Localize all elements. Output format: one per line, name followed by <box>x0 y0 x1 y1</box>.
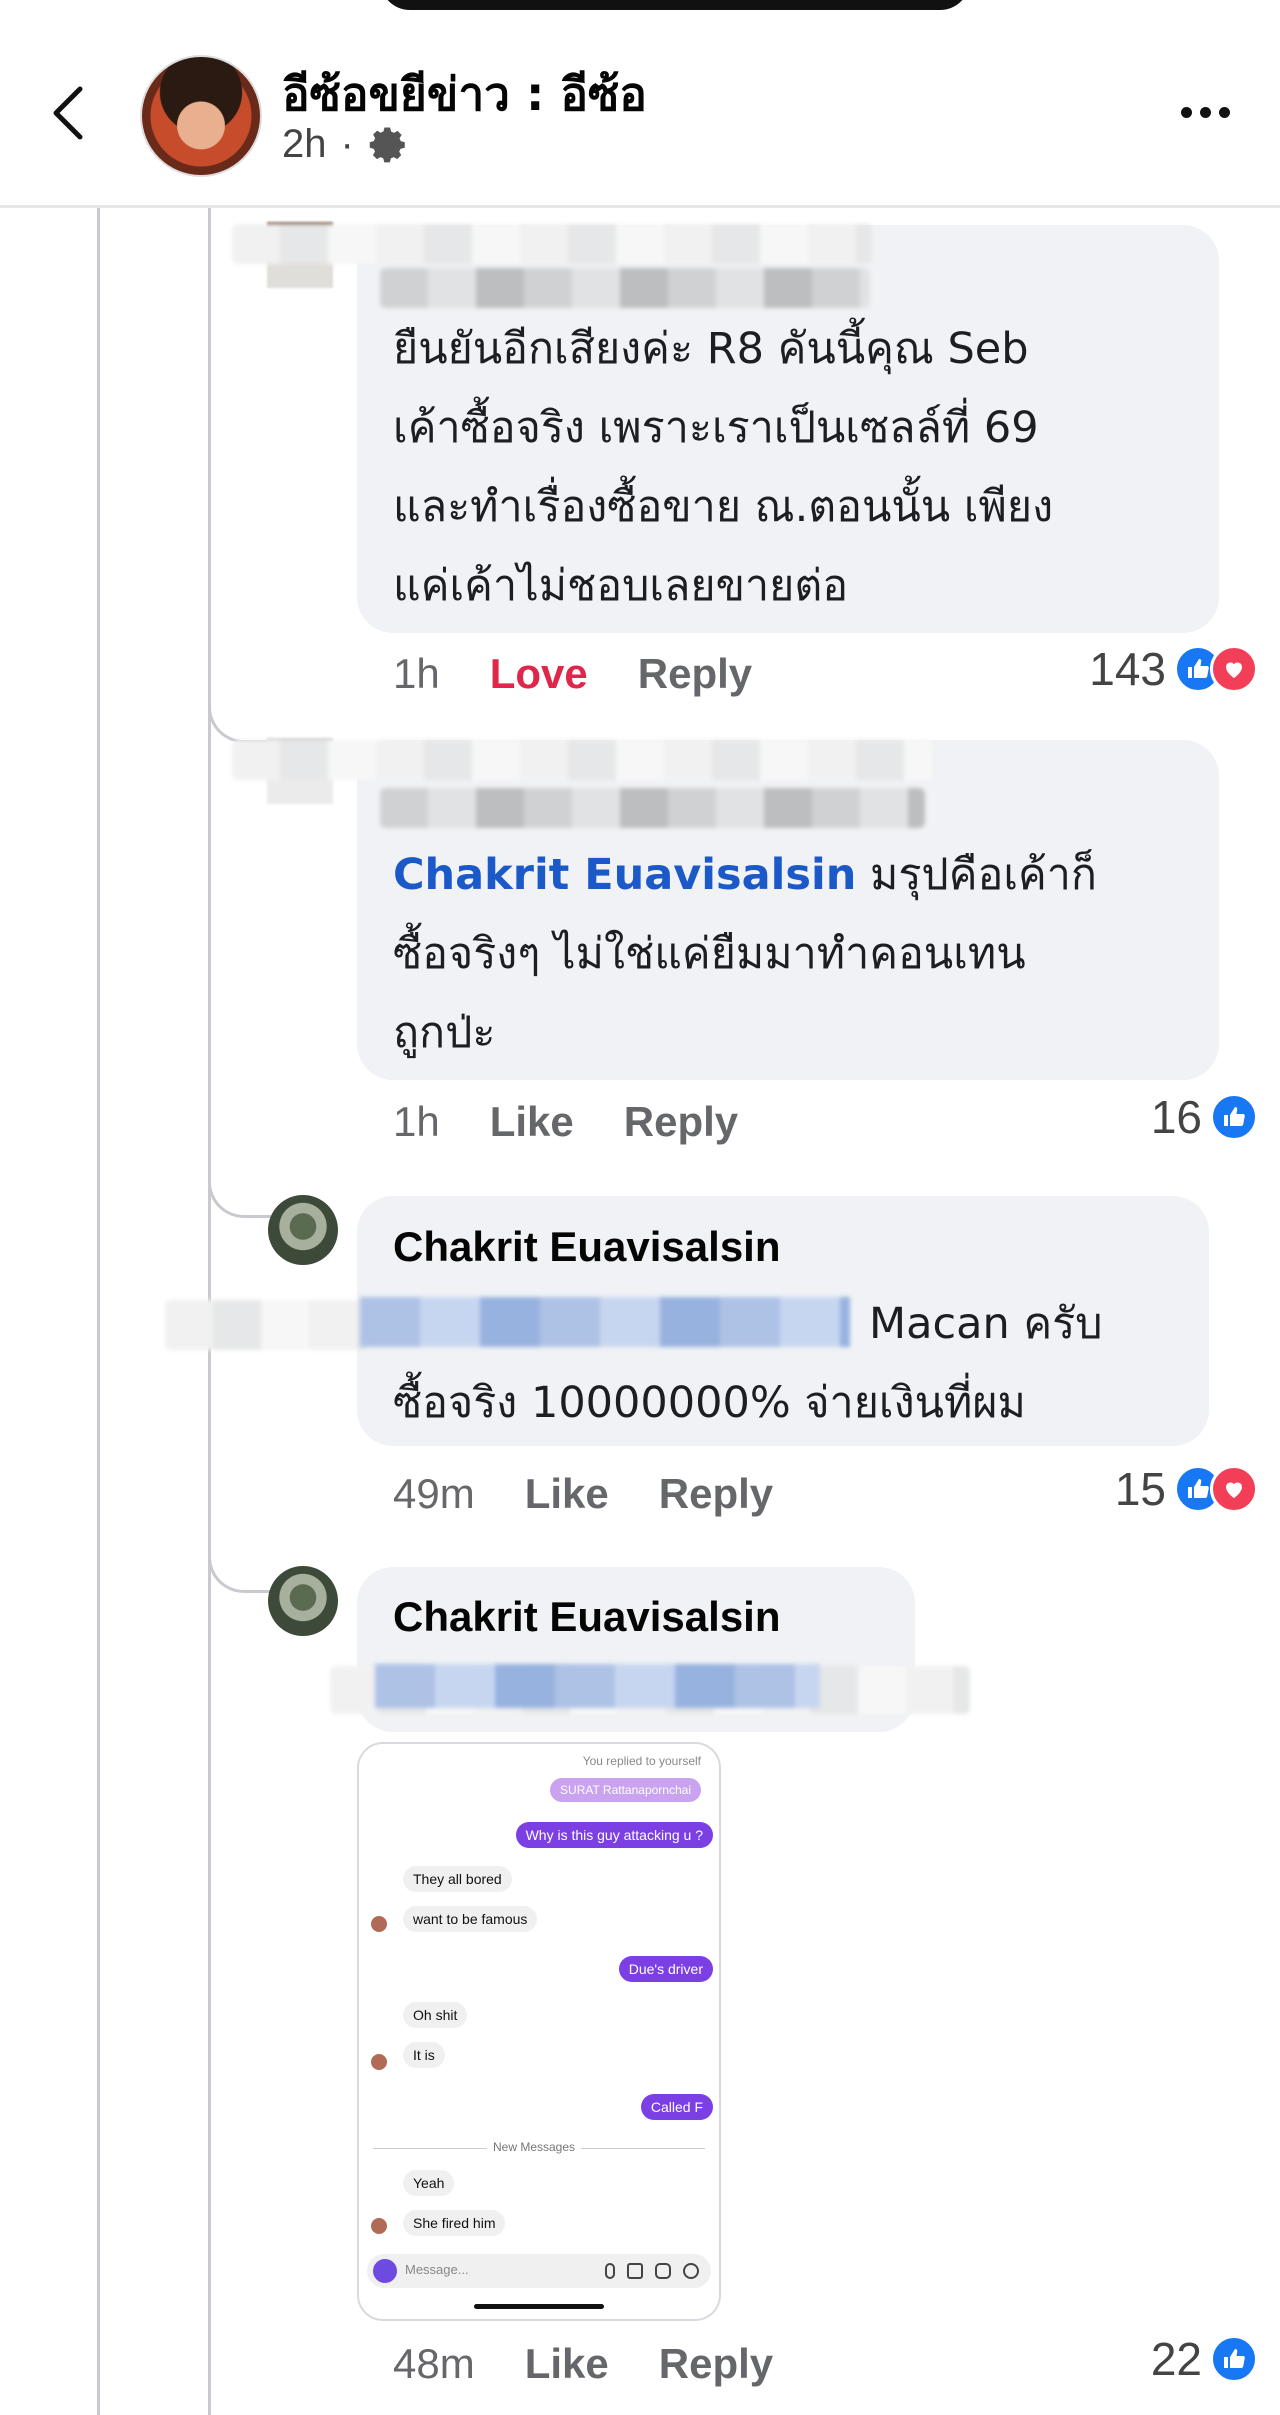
sticker-icon[interactable] <box>655 2263 671 2279</box>
camera-icon[interactable] <box>373 2259 397 2283</box>
comment-line: และทำเรื่องซื้อขาย ณ.ตอนนั้น เพียง <box>393 482 1054 532</box>
thread-connector <box>208 1155 271 1218</box>
commenter-name-blurred <box>380 268 870 308</box>
mic-icon[interactable] <box>605 2263 615 2279</box>
love-button[interactable]: Love <box>490 650 588 698</box>
post-time: 2h <box>282 122 327 166</box>
comment-line: ยืนยันอีกเสียงค่ะ R8 คันนี้คุณ Seb <box>393 324 1029 374</box>
replied-note: You replied to yourself <box>582 1754 701 1768</box>
comment-line: เค้าซื้อจริง เพราะเราเป็นเซลล์ที่ 69 <box>393 403 1039 453</box>
comment-actions: 48m Like Reply <box>393 2340 773 2388</box>
comment-line: ถูกป่ะ <box>393 1008 496 1058</box>
add-icon[interactable] <box>683 2263 699 2279</box>
love-reaction-icon <box>1210 1465 1258 1513</box>
comment-actions: 1h Love Reply <box>393 650 752 698</box>
reaction-summary[interactable]: 143 <box>1089 642 1258 696</box>
thread-line-main <box>97 205 100 2415</box>
like-reaction-icon <box>1210 1093 1258 1141</box>
comment-actions: 1h Like Reply <box>393 1098 738 1146</box>
comment-time: 1h <box>393 1098 440 1145</box>
comment-text: Chakrit Euavisalsin มรุปคือเค้าก็ ซื้อจร… <box>393 836 1097 1073</box>
home-indicator <box>474 2304 604 2309</box>
post-header: อีซ้อขยีข่าว : อีซ้อ 2h · <box>0 0 1280 208</box>
sender-avatar <box>371 2218 387 2234</box>
love-reaction-icon <box>1210 645 1258 693</box>
chat-message: want to be famous <box>403 1906 538 1932</box>
gear-icon <box>369 127 405 162</box>
chat-message: Due's driver <box>618 1956 713 1982</box>
reply-button[interactable]: Reply <box>638 650 752 698</box>
comment-author[interactable]: Chakrit Euavisalsin <box>393 1593 781 1641</box>
comment-author[interactable]: Chakrit Euavisalsin <box>393 1223 781 1271</box>
like-button[interactable]: Like <box>525 1470 609 1518</box>
message-input[interactable]: Message... <box>405 2262 469 2277</box>
like-reaction-icon <box>1210 2335 1258 2383</box>
attached-chat-screenshot[interactable]: You replied to yourself SURAT Rattanapor… <box>357 1742 721 2321</box>
like-button[interactable]: Like <box>525 2340 609 2388</box>
comment-actions: 49m Like Reply <box>393 1470 773 1518</box>
reaction-count: 143 <box>1089 643 1166 695</box>
comment-time: 1h <box>393 650 440 697</box>
commenter-avatar[interactable] <box>268 1195 338 1265</box>
chat-message: It is <box>403 2042 445 2068</box>
reply-button[interactable]: Reply <box>659 1470 773 1518</box>
reaction-count: 15 <box>1114 1463 1166 1515</box>
quoted-message: SURAT Rattanapornchai <box>550 1778 701 1802</box>
sender-avatar <box>371 1916 387 1932</box>
thread-connector <box>208 680 271 743</box>
chevron-left-icon <box>53 86 83 140</box>
comment-line: ซื้อจริงๆ ไม่ใช่แค่ยืมมาทำคอนเทน <box>393 929 1026 979</box>
chat-message: Yeah <box>403 2170 455 2196</box>
reply-button[interactable]: Reply <box>624 1098 738 1146</box>
reaction-summary[interactable]: 22 <box>1151 2332 1258 2386</box>
reaction-count: 16 <box>1150 1091 1202 1143</box>
comment-line: Macan ครับ <box>869 1299 1103 1349</box>
comment-time: 48m <box>393 2340 475 2387</box>
comment-text: Macan ครับ ซื้อจริง 10000000% จ่ายเงินที… <box>393 1285 1103 1443</box>
reaction-summary[interactable]: 15 <box>1115 1462 1258 1516</box>
new-messages-label: New Messages <box>487 2140 582 2154</box>
chat-message: She fired him <box>403 2210 506 2236</box>
commenter-name-blurred <box>380 788 925 828</box>
page-avatar[interactable] <box>140 55 262 177</box>
more-dot <box>1199 106 1211 118</box>
device-notch <box>380 0 970 10</box>
chat-composer[interactable]: Message... <box>367 2254 711 2288</box>
comment-text: ยืนยันอีกเสียงค่ะ R8 คันนี้คุณ Seb เค้าซ… <box>393 310 1053 626</box>
chat-message: Called F <box>640 2094 713 2120</box>
comment-line: ซื้อจริง 10000000% จ่ายเงินที่ผม <box>393 1378 1026 1428</box>
thread-connector <box>208 1530 271 1593</box>
image-icon[interactable] <box>627 2263 643 2279</box>
commenter-name-blurred <box>232 740 932 780</box>
chat-message: Oh shit <box>403 2002 468 2028</box>
sender-avatar <box>371 2054 387 2070</box>
back-button[interactable] <box>38 78 98 148</box>
mention-blurred <box>165 1300 365 1350</box>
post-meta: 2h · <box>282 122 410 167</box>
more-options-button[interactable] <box>1170 92 1240 132</box>
reaction-summary[interactable]: 16 <box>1151 1090 1258 1144</box>
reaction-count: 22 <box>1150 2333 1202 2385</box>
reply-button[interactable]: Reply <box>659 2340 773 2388</box>
more-dot <box>1180 106 1192 118</box>
mention-blurred <box>375 1664 820 1708</box>
chat-message: Why is this guy attacking u ? <box>515 1822 713 1848</box>
meta-separator: · <box>340 122 354 166</box>
comment-time: 49m <box>393 1470 475 1517</box>
comment-line: Chakrit Euavisalsin มรุปคือเค้าก็ <box>393 850 1097 900</box>
chat-message: They all bored <box>403 1866 512 1892</box>
commenter-name-blurred <box>232 224 872 264</box>
page-title[interactable]: อีซ้อขยีข่าว : อีซ้อ <box>282 58 647 131</box>
comment-line: แค่เค้าไม่ชอบเลยขายต่อ <box>393 561 849 611</box>
commenter-avatar[interactable] <box>268 1566 338 1636</box>
like-button[interactable]: Like <box>490 1098 574 1146</box>
more-dot <box>1218 106 1230 118</box>
mention-link[interactable]: Chakrit Euavisalsin <box>393 850 856 900</box>
